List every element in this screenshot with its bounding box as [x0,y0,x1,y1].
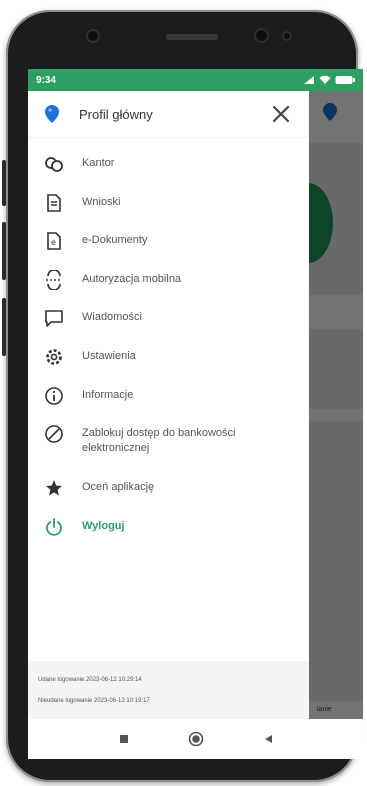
sensor-icon [254,28,269,43]
menu-item-ustawienia[interactable]: Ustawienia [28,344,309,383]
menu-item-label: Oceń aplikację [82,481,155,494]
side-drawer: Profil główny Kantor Wnioski e e-Dokumen… [28,91,309,719]
status-bar: 9:34 [28,69,363,91]
menu-item-label: e-Dokumenty [82,234,148,247]
square-icon[interactable] [118,733,130,745]
menu-item-ocen-aplikacje[interactable]: Oceń aplikację [28,475,309,514]
block-icon [45,425,63,443]
menu-item-wyloguj[interactable]: Wyloguj [28,514,309,553]
status-icons [303,75,355,85]
drawer-header: Profil główny [28,91,309,138]
status-time: 9:34 [36,74,57,86]
menu-item-e-dokumenty[interactable]: e e-Dokumenty [28,228,309,267]
menu-item-wiadomosci[interactable]: Wiadomości [28,305,309,344]
logout-label: Wyloguj [82,519,125,532]
gear-icon [46,349,62,365]
circle-icon[interactable] [188,731,204,747]
mobile-authorization-icon [46,269,62,290]
star-icon [46,480,62,496]
side-button-volume-up [2,160,6,206]
menu-item-label: Autoryzacja mobilna [82,272,182,285]
svg-text:e: e [51,238,56,247]
menu-item-zablokuj-dostep[interactable]: Zablokuj dostęp do bankowości elektronic… [28,421,309,475]
side-button-volume-down [2,222,6,280]
front-camera-icon [86,29,100,43]
close-icon[interactable] [271,104,291,124]
earpiece-speaker [166,34,218,40]
message-icon [45,310,63,328]
wifi-icon [319,75,331,84]
menu-item-label: Wiadomości [82,311,142,324]
menu-item-autoryzacja-mobilna[interactable]: Autoryzacja mobilna [28,267,309,306]
side-button-power [2,298,6,356]
location-pin-icon [45,105,59,123]
failed-login-text: Nieudane logowanie 2023-06-12 10:19:17 [38,698,150,704]
document-icon [47,193,61,212]
info-icon [45,386,63,405]
top-bezel [6,10,358,70]
battery-icon [335,76,355,84]
menu-item-label: Informacje [82,388,134,401]
phone-frame: 9:34 ianie Profil główny [2,10,363,782]
menu-item-wnioski[interactable]: Wnioski [28,190,309,229]
proximity-sensor-icon [282,31,292,41]
menu-item-label: Zablokuj dostęp do bankowości elektronic… [82,427,236,455]
menu-item-label: Wnioski [82,195,121,208]
e-document-icon: e [47,232,61,250]
profile-title[interactable]: Profil główny [79,107,153,122]
drawer-menu: Kantor Wnioski e e-Dokumenty Autoryzacja… [28,151,309,552]
android-navigation-bar [28,719,363,759]
signal-icon [304,76,314,84]
menu-item-label: Ustawienia [82,349,136,362]
power-icon [46,517,62,536]
login-history: Udane logowanie 2023-06-12 10:29:14 Nieu… [28,661,309,719]
triangle-back-icon[interactable] [262,733,274,745]
menu-item-kantor[interactable]: Kantor [28,151,309,190]
successful-login-text: Udane logowanie 2023-06-12 10:29:14 [38,677,142,683]
menu-item-label: Kantor [82,157,115,169]
menu-item-informacje[interactable]: Informacje [28,383,309,422]
phone-screen: 9:34 ianie Profil główny [28,69,363,759]
currency-exchange-icon [45,157,63,172]
